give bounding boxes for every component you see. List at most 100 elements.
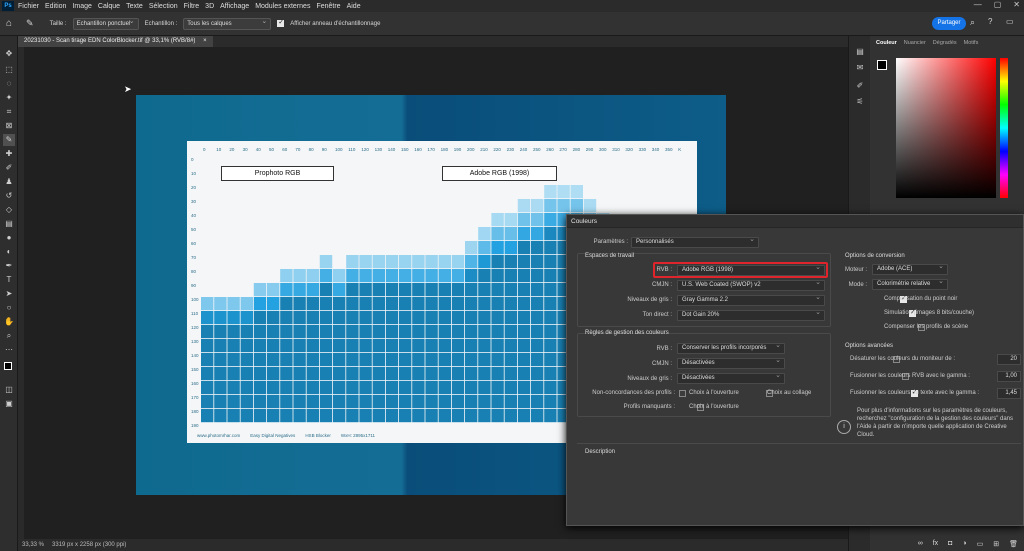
lasso-tool-icon[interactable]: ◌ (3, 78, 15, 90)
rule-cmjn-select[interactable]: Désactivées (677, 356, 785, 369)
quick-mask-icon[interactable]: ◫ (3, 384, 15, 396)
shape-tool-icon[interactable]: ○ (3, 302, 15, 314)
maximize-button[interactable]: ▢ (994, 0, 1002, 12)
folder-icon[interactable]: ▭ (977, 540, 984, 551)
rule-gray-select[interactable]: Désactivées (677, 371, 785, 384)
blend-text-input[interactable]: 1,45 (997, 388, 1021, 399)
marquee-tool-icon[interactable]: ⬚ (3, 64, 15, 76)
mode-select[interactable]: Colorimétrie relative (872, 277, 948, 290)
menu-3d[interactable]: 3D (205, 3, 214, 10)
stamp-tool-icon[interactable]: ♟ (3, 176, 15, 188)
gradient-tool-icon[interactable]: ▤ (3, 218, 15, 230)
hue-slider[interactable] (1000, 58, 1008, 198)
menu-texte[interactable]: Texte (126, 3, 143, 10)
select-tool-icon[interactable]: ✦ (3, 92, 15, 104)
hand-tool-icon[interactable]: ✋ (3, 316, 15, 328)
tab-motifs[interactable]: Motifs (964, 40, 979, 51)
desat-input[interactable]: 20 (997, 354, 1021, 365)
cmjn-select[interactable]: U.S. Web Coated (SWOP) v2 (677, 278, 825, 291)
eyedropper-icon[interactable]: ✎ (26, 18, 34, 29)
menu-filtre[interactable]: Filtre (184, 3, 200, 10)
more-tools-icon[interactable]: ⋯ (3, 344, 15, 356)
brush-panel-icon[interactable]: ✐ (854, 80, 866, 92)
blend-rgb-input[interactable]: 1,00 (997, 371, 1021, 382)
tone-block (306, 283, 319, 297)
color-swatch[interactable] (877, 60, 891, 74)
menu-image[interactable]: Image (72, 3, 91, 10)
help-icon[interactable]: ? (988, 17, 992, 26)
rule-rvb-select[interactable]: Conserver les profils incorporés (677, 341, 785, 354)
blur-tool-icon[interactable]: ● (3, 232, 15, 244)
tone-block (280, 367, 293, 381)
tone-block (478, 269, 491, 283)
zoom-level[interactable]: 33,33 % (22, 542, 44, 548)
tone-block (504, 283, 517, 297)
tone-block (412, 297, 425, 311)
close-tab-icon[interactable]: × (203, 38, 207, 44)
menu-aide[interactable]: Aide (347, 3, 361, 10)
pen-tool-icon[interactable]: ✒ (3, 260, 15, 272)
share-button[interactable]: Partager (932, 17, 966, 30)
trash-icon[interactable]: 🗑 (1009, 540, 1018, 551)
comments-panel-icon[interactable]: ✉ (854, 62, 866, 74)
move-tool-icon[interactable]: ✥ (3, 48, 15, 60)
history-brush-icon[interactable]: ↺ (3, 190, 15, 202)
left-tick: 170 (191, 395, 199, 400)
menu-calque[interactable]: Calque (98, 3, 120, 10)
top-tick: 180 (440, 147, 449, 152)
tab-nuancier[interactable]: Nuancier (904, 40, 926, 51)
menu-edition[interactable]: Edition (45, 3, 66, 10)
tab-degrades[interactable]: Dégradés (933, 40, 957, 51)
minimize-button[interactable]: — (974, 0, 982, 12)
ring-checkbox[interactable] (277, 18, 285, 27)
top-tick: 130 (374, 147, 383, 152)
healing-tool-icon[interactable]: ✚ (3, 148, 15, 160)
adjust-panel-icon[interactable]: ⚟ (854, 96, 866, 108)
tone-block (425, 367, 438, 381)
foreground-background-icon[interactable] (3, 362, 15, 374)
color-picker-field[interactable] (896, 58, 996, 198)
gray-select[interactable]: Gray Gamma 2.2 (677, 293, 825, 306)
tone-block (319, 325, 333, 339)
mismatch-open-checkbox[interactable] (679, 390, 686, 397)
document-info[interactable]: 3319 px x 2258 px (300 ppi) (52, 542, 126, 548)
tone-block (465, 339, 478, 353)
tone-block (201, 311, 214, 325)
menu-affichage[interactable]: Affichage (220, 3, 249, 10)
history-panel-icon[interactable]: ▤ (854, 46, 866, 58)
menu-modules-externes[interactable]: Modules externes (255, 3, 310, 10)
path-select-icon[interactable]: ➤ (3, 288, 15, 300)
document-tab[interactable]: 20231030 - Scan tirage EDN ColorBlocker.… (18, 36, 213, 47)
frame-tool-icon[interactable]: ⊠ (3, 120, 15, 132)
new-layer-icon[interactable]: ⊞ (993, 540, 999, 551)
top-tick: K (678, 147, 682, 152)
mask-icon[interactable]: ◘ (948, 540, 952, 551)
tab-couleur[interactable]: Couleur (876, 40, 897, 51)
eyedropper-tool-icon[interactable]: ✎ (3, 134, 15, 146)
dodge-tool-icon[interactable]: ◐ (3, 246, 15, 258)
adjustment-icon[interactable]: ◑ (962, 540, 966, 551)
tone-block (465, 409, 478, 423)
menu-fenetre[interactable]: Fenêtre (316, 3, 340, 10)
eraser-tool-icon[interactable]: ◇ (3, 204, 15, 216)
brush-tool-icon[interactable]: ✐ (3, 162, 15, 174)
sample-select[interactable]: Tous les calques (183, 16, 272, 30)
fx-icon[interactable]: fx (933, 540, 938, 551)
menu-selection[interactable]: Sélection (149, 3, 178, 10)
engine-select[interactable]: Adobe (ACE) (872, 262, 948, 275)
search-icon[interactable]: ⌕ (970, 17, 975, 28)
size-select[interactable]: Echantillon ponctuel (72, 16, 139, 30)
link-icon[interactable]: ∞ (918, 540, 923, 551)
spot-select[interactable]: Dot Gain 20% (677, 308, 825, 321)
type-tool-icon[interactable]: T (3, 274, 15, 286)
workspace-icon[interactable]: ▭ (1006, 17, 1014, 26)
tone-block (451, 339, 465, 353)
zoom-tool-icon[interactable]: ⌕ (3, 330, 15, 342)
top-tick: 80 (308, 147, 314, 152)
params-select[interactable]: Personnalisés (631, 235, 759, 248)
close-button[interactable]: ✕ (1013, 0, 1020, 12)
screen-mode-icon[interactable]: ▣ (3, 398, 15, 410)
crop-tool-icon[interactable]: ⌗ (3, 106, 15, 118)
menu-fichier[interactable]: Fichier (18, 3, 39, 10)
home-icon[interactable]: ⌂ (6, 18, 12, 29)
